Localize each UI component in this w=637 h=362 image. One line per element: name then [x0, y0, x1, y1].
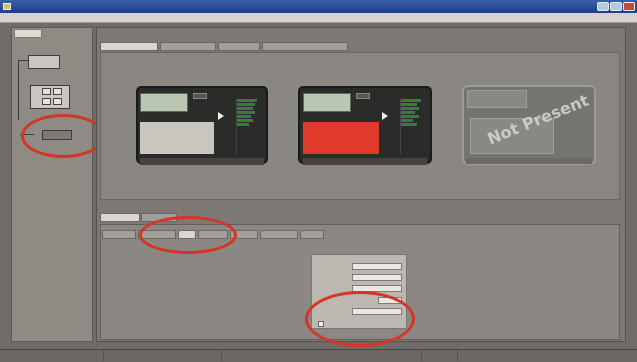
- tab-settings-2[interactable]: [138, 230, 176, 239]
- field-3-input[interactable]: [352, 285, 402, 292]
- app-icon: [3, 3, 11, 10]
- tab-settings-4[interactable]: [198, 230, 228, 239]
- tree-connector: [18, 60, 19, 120]
- status-section-1: [0, 350, 104, 361]
- tree-connector: [18, 60, 28, 61]
- card-1-lcd: [140, 93, 188, 112]
- card-2-button[interactable]: [356, 93, 370, 99]
- device-port-icon: [42, 88, 51, 95]
- device-tree-panel: [11, 27, 93, 342]
- tab-device-1[interactable]: [100, 213, 140, 222]
- field-5-input[interactable]: [352, 308, 402, 315]
- card-1-play-icon: [218, 112, 224, 120]
- device-c-icon[interactable]: [42, 130, 72, 140]
- card-1-footer: [140, 158, 264, 165]
- tab-settings-1[interactable]: [102, 230, 136, 239]
- menu-bar: [0, 13, 637, 23]
- card-1-meters: [236, 98, 260, 154]
- network-checkbox[interactable]: [318, 321, 324, 327]
- device-port-icon: [53, 88, 62, 95]
- title-bar: [0, 0, 637, 13]
- tab-4[interactable]: [262, 42, 348, 51]
- close-button[interactable]: [623, 2, 635, 11]
- card-3-lcd: [467, 90, 527, 108]
- device-a-icon[interactable]: [28, 55, 60, 69]
- status-section-3: [222, 350, 422, 361]
- tab-network[interactable]: [178, 230, 196, 239]
- tab-settings-6[interactable]: [260, 230, 298, 239]
- device-port-icon: [42, 98, 51, 105]
- card-2-meters: [400, 98, 424, 154]
- minimize-button[interactable]: [597, 2, 609, 11]
- tab-devices[interactable]: [100, 42, 158, 51]
- field-1-input[interactable]: [352, 263, 402, 270]
- card-2-play-icon: [382, 112, 388, 120]
- tree-connector: [20, 134, 34, 135]
- status-section-2: [104, 350, 222, 361]
- field-4-input[interactable]: [378, 297, 402, 304]
- device-tree-tab[interactable]: [14, 29, 42, 38]
- card-2-footer: [303, 158, 427, 165]
- card-3-footer: [466, 158, 592, 164]
- card-1-status-screen: [140, 122, 214, 154]
- tab-settings-7[interactable]: [300, 230, 324, 239]
- tab-device-2[interactable]: [141, 213, 177, 222]
- card-1-button[interactable]: [193, 93, 207, 99]
- maximize-button[interactable]: [610, 2, 622, 11]
- tab-2[interactable]: [160, 42, 216, 51]
- card-2-lcd: [303, 93, 351, 112]
- status-section-4: [422, 350, 458, 361]
- device-port-icon: [53, 98, 62, 105]
- field-2-input[interactable]: [352, 274, 402, 281]
- card-2-status-screen: [303, 122, 379, 154]
- tab-settings-5[interactable]: [230, 230, 258, 239]
- tab-3[interactable]: [218, 42, 260, 51]
